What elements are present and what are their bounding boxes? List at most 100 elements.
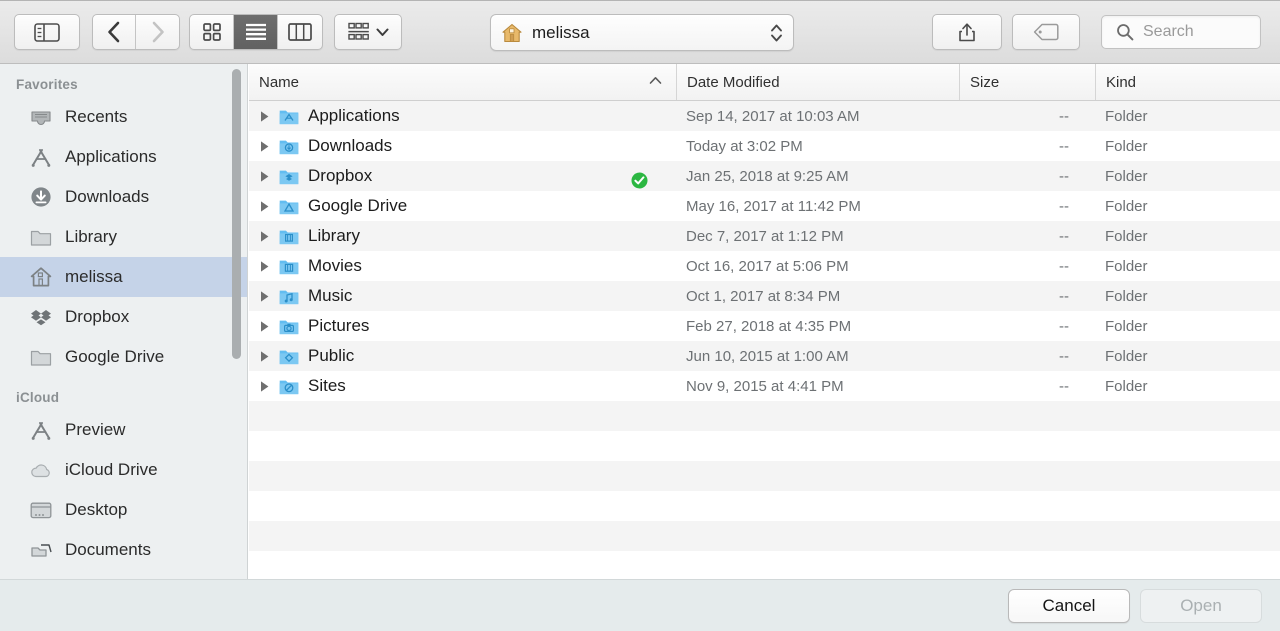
table-row[interactable]: LibraryDec 7, 2017 at 1:12 PM--Folder — [249, 221, 1280, 251]
share-button[interactable] — [932, 14, 1002, 50]
disclosure-triangle-icon[interactable] — [249, 140, 279, 153]
sidebar-toggle-button[interactable] — [14, 14, 80, 50]
forward-button[interactable] — [136, 15, 179, 49]
column-header-size[interactable]: Size — [959, 64, 1095, 100]
sidebar-item-library[interactable]: Library — [0, 217, 247, 257]
table-row[interactable]: PicturesFeb 27, 2018 at 4:35 PM--Folder — [249, 311, 1280, 341]
table-row[interactable]: Google DriveMay 16, 2017 at 11:42 PM--Fo… — [249, 191, 1280, 221]
column-header-date-modified[interactable]: Date Modified — [676, 64, 959, 100]
empty-row — [249, 521, 1280, 551]
table-row[interactable]: ApplicationsSep 14, 2017 at 10:03 AM--Fo… — [249, 101, 1280, 131]
column-header-date-label: Date Modified — [687, 74, 780, 91]
table-row[interactable]: DownloadsToday at 3:02 PM--Folder — [249, 131, 1280, 161]
sidebar-item-google-drive[interactable]: Google Drive — [0, 337, 247, 377]
sidebar-item-label: Documents — [65, 540, 151, 560]
applications-icon — [30, 147, 52, 168]
empty-row — [249, 491, 1280, 521]
cell-name: Applications — [249, 106, 676, 126]
search-input[interactable]: Search — [1101, 15, 1261, 49]
cell-kind: Folder — [1095, 198, 1280, 215]
home-icon — [30, 266, 52, 288]
view-mode-segmented-control — [189, 14, 323, 50]
disclosure-triangle-icon[interactable] — [249, 320, 279, 333]
disclosure-triangle-icon[interactable] — [249, 230, 279, 243]
chevron-right-icon — [151, 21, 165, 43]
disclosure-triangle-icon[interactable] — [249, 200, 279, 213]
sidebar-item-preview[interactable]: Preview — [0, 410, 247, 450]
view-as-icons-button[interactable] — [190, 15, 234, 49]
cell-size: -- — [959, 228, 1095, 245]
column-header-kind-label: Kind — [1106, 74, 1136, 91]
cell-size: -- — [959, 318, 1095, 335]
sidebar-toggle-icon — [34, 23, 60, 42]
documents-icon — [30, 542, 52, 558]
sidebar-item-documents[interactable]: Documents — [0, 530, 247, 570]
column-header-name[interactable]: Name — [249, 64, 676, 100]
cell-date-modified: Dec 7, 2017 at 1:12 PM — [676, 228, 959, 245]
cell-kind: Folder — [1095, 168, 1280, 185]
disclosure-triangle-icon[interactable] — [249, 170, 279, 183]
disclosure-triangle-icon[interactable] — [249, 110, 279, 123]
cell-name: Pictures — [249, 316, 676, 336]
disclosure-triangle-icon[interactable] — [249, 260, 279, 273]
file-name-label: Google Drive — [308, 196, 407, 216]
cancel-button-label: Cancel — [1043, 596, 1096, 616]
sidebar-item-dropbox[interactable]: Dropbox — [0, 297, 247, 337]
view-as-columns-button[interactable] — [278, 15, 322, 49]
navigation-segmented-control — [92, 14, 180, 50]
arrange-by-button[interactable] — [334, 14, 402, 50]
empty-row — [249, 401, 1280, 431]
empty-row — [249, 551, 1280, 579]
cell-date-modified: Oct 16, 2017 at 5:06 PM — [676, 258, 959, 275]
sidebar-item-melissa[interactable]: melissa — [0, 257, 247, 297]
sidebar-scrollbar-thumb[interactable] — [232, 69, 241, 359]
file-list: Name Date Modified Size Kind Application… — [249, 64, 1280, 579]
file-name-label: Pictures — [308, 316, 369, 336]
folder-icon — [279, 318, 299, 335]
back-button[interactable] — [93, 15, 136, 49]
table-row[interactable]: PublicJun 10, 2015 at 1:00 AM--Folder — [249, 341, 1280, 371]
sidebar-item-desktop[interactable]: Desktop — [0, 490, 247, 530]
sidebar-item-icloud-drive[interactable]: iCloud Drive — [0, 450, 247, 490]
table-row[interactable]: MoviesOct 16, 2017 at 5:06 PM--Folder — [249, 251, 1280, 281]
disclosure-triangle-icon[interactable] — [249, 380, 279, 393]
cell-kind: Folder — [1095, 288, 1280, 305]
sidebar-item-applications[interactable]: Applications — [0, 137, 247, 177]
table-row[interactable]: SitesNov 9, 2015 at 4:41 PM--Folder — [249, 371, 1280, 401]
view-as-list-button[interactable] — [234, 15, 278, 49]
dropbox-icon — [28, 304, 54, 330]
table-row[interactable]: DropboxJan 25, 2018 at 9:25 AM--Folder — [249, 161, 1280, 191]
sidebar-item-label: iCloud Drive — [65, 460, 158, 480]
desktop-icon — [28, 497, 54, 523]
disclosure-triangle-icon[interactable] — [249, 350, 279, 363]
empty-row — [249, 461, 1280, 491]
sidebar-item-label: Applications — [65, 147, 157, 167]
cell-name: Sites — [249, 376, 676, 396]
folder-icon — [30, 347, 52, 367]
cell-kind: Folder — [1095, 138, 1280, 155]
folder-icon — [279, 228, 299, 245]
cell-name: Dropbox — [249, 166, 676, 186]
sidebar-item-recents[interactable]: Recents — [0, 97, 247, 137]
tag-button[interactable] — [1012, 14, 1080, 50]
home-icon — [501, 22, 523, 44]
table-row[interactable]: MusicOct 1, 2017 at 8:34 PM--Folder — [249, 281, 1280, 311]
cell-size: -- — [959, 198, 1095, 215]
home-icon — [28, 264, 54, 290]
cell-name: Google Drive — [249, 196, 676, 216]
path-popup-button[interactable]: melissa — [490, 14, 794, 51]
cloud-icon — [28, 457, 54, 483]
column-header-kind[interactable]: Kind — [1095, 64, 1280, 100]
folder-icon — [279, 378, 299, 395]
path-popup-label: melissa — [532, 23, 770, 43]
cell-size: -- — [959, 138, 1095, 155]
file-name-label: Movies — [308, 256, 362, 276]
folder-icon — [279, 108, 299, 125]
file-name-label: Library — [308, 226, 360, 246]
sidebar-item-downloads[interactable]: Downloads — [0, 177, 247, 217]
folder-icon — [279, 138, 299, 155]
cancel-button[interactable]: Cancel — [1008, 589, 1130, 623]
tag-icon — [1033, 23, 1059, 41]
disclosure-triangle-icon[interactable] — [249, 290, 279, 303]
applications-icon — [28, 417, 54, 443]
